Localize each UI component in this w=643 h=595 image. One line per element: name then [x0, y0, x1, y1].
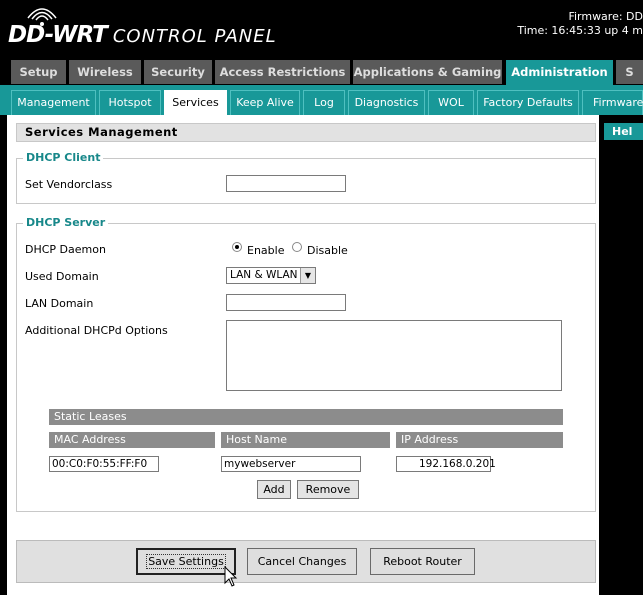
- tab-access-restrictions[interactable]: Access Restrictions: [215, 60, 350, 84]
- static-leases-header: Static Leases: [49, 409, 563, 425]
- logo-subtitle: CONTROL PANEL: [112, 26, 277, 47]
- firmware-info: Firmware: DD Time: 16:45:33 up 4 m: [517, 10, 643, 38]
- subtab-diagnostics[interactable]: Diagnostics: [348, 90, 425, 115]
- tab-setup[interactable]: Setup: [11, 60, 66, 84]
- col-mac-address: MAC Address: [49, 432, 215, 448]
- used-domain-select[interactable]: LAN & WLAN ▼: [226, 267, 316, 284]
- used-domain-value: LAN & WLAN: [230, 269, 298, 281]
- dhcp-disable-label: Disable: [307, 244, 348, 257]
- app-logo: DD-WRT CONTROL PANEL: [8, 22, 277, 48]
- lan-domain-input[interactable]: [226, 294, 346, 311]
- used-domain-label: Used Domain: [25, 270, 99, 283]
- help-panel-header[interactable]: Hel: [604, 123, 643, 140]
- logo-main: DD-WRT: [8, 22, 108, 48]
- chevron-down-icon: ▼: [300, 268, 315, 283]
- cancel-changes-button[interactable]: Cancel Changes: [247, 548, 357, 575]
- vendorclass-label: Set Vendorclass: [25, 178, 113, 191]
- dhcp-server-legend: DHCP Server: [23, 216, 109, 229]
- dhcp-daemon-label: DHCP Daemon: [25, 243, 106, 256]
- subtab-management[interactable]: Management: [11, 90, 96, 115]
- dhcp-enable-label: Enable: [247, 244, 285, 257]
- reboot-router-button[interactable]: Reboot Router: [370, 548, 475, 575]
- tab-security[interactable]: Security: [144, 60, 212, 84]
- sub-tabs: Management Hotspot Services Keep Alive L…: [0, 85, 643, 115]
- radio-selected-dot: [235, 245, 239, 249]
- tab-applications-gaming[interactable]: Applications & Gaming: [353, 60, 502, 84]
- subtab-hotspot[interactable]: Hotspot: [99, 90, 161, 115]
- additional-dhcpd-textarea[interactable]: [226, 320, 562, 391]
- subtab-keep-alive[interactable]: Keep Alive: [230, 90, 300, 115]
- lease-ip-input[interactable]: 192.168.0.201: [396, 456, 496, 472]
- dhcp-enable-radio[interactable]: [232, 242, 242, 252]
- subtab-firmware[interactable]: Firmware: [582, 90, 643, 115]
- subtab-services[interactable]: Services: [164, 90, 227, 115]
- lan-domain-label: LAN Domain: [25, 297, 94, 310]
- main-tabs: Setup Wireless Security Access Restricti…: [0, 57, 643, 86]
- lease-mac-input[interactable]: 00:C0:F0:55:FF:F0: [49, 456, 159, 472]
- save-settings-button[interactable]: Save Settings: [136, 548, 236, 575]
- dhcp-client-legend: DHCP Client: [23, 151, 104, 164]
- page-title: Services Management: [16, 123, 596, 142]
- subtab-wol[interactable]: WOL: [428, 90, 474, 115]
- firmware-version: Firmware: DD: [568, 10, 643, 23]
- col-ip-address: IP Address: [396, 432, 563, 448]
- lease-host-input[interactable]: mywebserver: [221, 456, 361, 472]
- remove-lease-button[interactable]: Remove: [297, 480, 359, 499]
- save-settings-label: Save Settings: [146, 554, 226, 569]
- col-host-name: Host Name: [221, 432, 390, 448]
- additional-dhcpd-label: Additional DHCPd Options: [25, 324, 168, 337]
- header: DD-WRT CONTROL PANEL Firmware: DD Time: 1…: [0, 0, 643, 56]
- tab-status[interactable]: S: [616, 60, 643, 84]
- tab-wireless[interactable]: Wireless: [69, 60, 141, 84]
- tab-administration[interactable]: Administration: [506, 60, 613, 86]
- subtab-log[interactable]: Log: [303, 90, 345, 115]
- uptime: Time: 16:45:33 up 4 m: [517, 24, 643, 37]
- add-lease-button[interactable]: Add: [257, 480, 291, 499]
- dhcp-disable-radio[interactable]: [292, 242, 302, 252]
- mouse-cursor-icon: [224, 566, 238, 587]
- subtab-factory-defaults[interactable]: Factory Defaults: [477, 90, 579, 115]
- vendorclass-input[interactable]: [226, 175, 346, 192]
